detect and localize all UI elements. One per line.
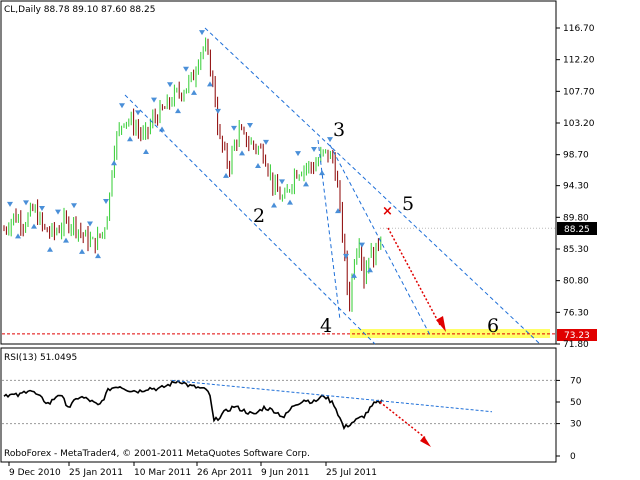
wave-label-5: 5 [402, 193, 414, 215]
price-tick-label: 71.80 [563, 340, 589, 350]
price-tick-label: 80.80 [563, 277, 589, 287]
price-tick-label: 112.20 [563, 56, 595, 66]
price-tick-label: 94.30 [563, 182, 589, 192]
time-tick-label: 10 Mar 2011 [134, 468, 191, 478]
price-tick-label: 103.20 [563, 119, 595, 129]
time-tick-label: 9 Dec 2010 [9, 468, 61, 478]
time-tick-label: 25 Jul 2011 [326, 468, 377, 478]
wave-label-2: 2 [253, 205, 265, 227]
wave-label-4: 4 [320, 315, 332, 337]
footer-copyright: RoboForex - MetaTrader4, © 2001-2011 Met… [4, 449, 310, 459]
rsi-tick-label: 30 [570, 420, 582, 430]
price-tick-label: 116.70 [563, 24, 595, 34]
rsi-tick-label: 70 [570, 376, 582, 386]
wave-label-3: 3 [333, 119, 345, 141]
price-tick-label: 98.70 [563, 151, 589, 161]
price-chart: × CL,Daily 88.78 89.10 87.60 88.25 RSI(1… [0, 0, 640, 480]
time-tick-label: 26 Apr 2011 [197, 468, 253, 478]
wave-label-6: 6 [487, 315, 499, 337]
price-tick-label: 76.30 [563, 308, 589, 318]
price-tick-label: 89.80 [563, 213, 589, 223]
rsi-tick-label: 0 [570, 452, 576, 462]
price-tick-label: 107.70 [563, 87, 595, 97]
rsi-title: RSI(13) 51.0495 [4, 353, 77, 363]
chart-background [0, 0, 640, 480]
price-tick-label: 85.30 [563, 245, 589, 255]
time-tick-label: 9 Jun 2011 [261, 468, 309, 478]
symbol-header: CL,Daily 88.78 89.10 87.60 88.25 [4, 5, 155, 15]
rsi-tick-label: 50 [570, 398, 582, 408]
cross-marker: × [382, 204, 393, 219]
time-tick-label: 25 Jan 2011 [69, 468, 123, 478]
current-price-label: 88.25 [564, 225, 590, 235]
